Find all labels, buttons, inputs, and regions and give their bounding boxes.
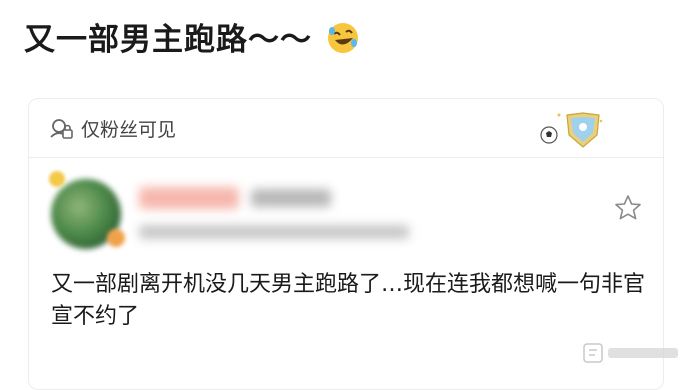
post-title-text: 又一部男主跑路～～	[24, 22, 312, 58]
rolling-laughing-emoji-icon	[327, 23, 358, 53]
comment-text: 又一部剧离开机没几天男主跑路了…现在连我都想喊一句非官宣不约了	[51, 272, 646, 329]
watermark-logo	[583, 343, 678, 363]
star-outline-icon[interactable]	[613, 193, 643, 223]
avatar-sticker	[49, 171, 65, 187]
post-card: 仅粉丝可见 又一部剧离开机没几天男主跑路了…现在连我都想喊一句非官宣不约了	[28, 98, 664, 390]
soccer-badge-icon	[540, 112, 603, 148]
blurred-username[interactable]	[139, 187, 239, 209]
blurred-post-meta	[139, 225, 409, 239]
visibility-label: 仅粉丝可见	[81, 119, 177, 141]
lock-person-icon	[50, 119, 73, 139]
blurred-user-badges	[251, 189, 331, 207]
avatar-status-badge	[107, 229, 125, 247]
post-title: 又一部男主跑路～～	[24, 14, 360, 59]
visibility-bar: 仅粉丝可见	[29, 99, 663, 158]
